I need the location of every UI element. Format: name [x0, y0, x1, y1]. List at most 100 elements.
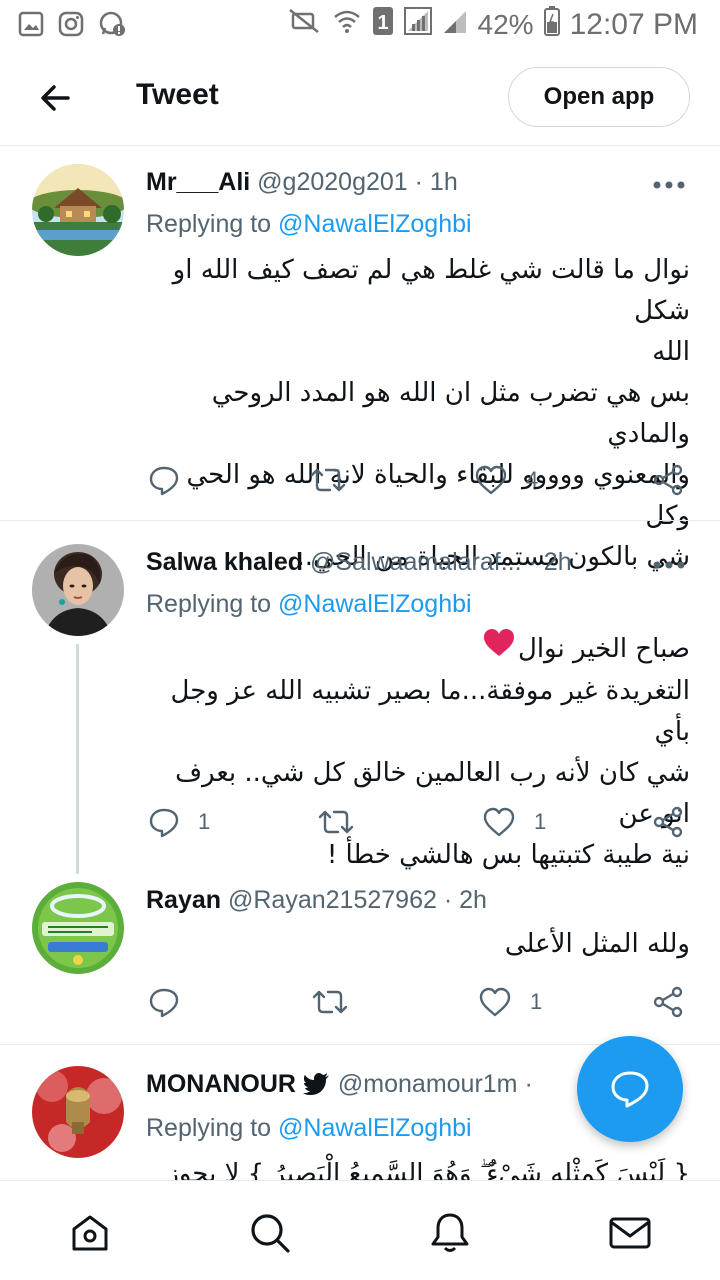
avatar[interactable]: [32, 882, 124, 974]
replying-label: Replying to: [146, 590, 279, 618]
tweet-text: ولله المثل الأعلى: [146, 924, 690, 965]
retweet-button[interactable]: [312, 982, 348, 1022]
like-button[interactable]: 1: [482, 802, 546, 842]
user-handle[interactable]: @monamour1m: [338, 1070, 518, 1098]
retweet-button[interactable]: [310, 460, 346, 500]
tweet-time: · 2h: [528, 548, 572, 576]
reply-button[interactable]: [148, 460, 198, 500]
share-icon: [653, 464, 683, 496]
share-button[interactable]: [652, 460, 684, 500]
bottom-nav: [0, 1180, 720, 1280]
like-button[interactable]: 1: [478, 982, 542, 1022]
mention-link[interactable]: @NawalElZoghbi: [278, 210, 472, 238]
text-line-with-heart: صباح الخير نوال: [146, 628, 690, 671]
tweet-meta: MONANOUR @monamour1m ·: [146, 1070, 580, 1102]
signal-2-icon: [442, 7, 468, 42]
avatar[interactable]: [32, 1066, 124, 1158]
reply-icon: [149, 988, 179, 1018]
home-icon: [72, 1215, 108, 1251]
compose-reply-button[interactable]: [577, 1036, 683, 1142]
user-name[interactable]: MONANOUR: [146, 1070, 296, 1098]
heart-icon: [475, 465, 507, 495]
retweet-button[interactable]: [318, 802, 354, 842]
open-app-button[interactable]: Open app: [508, 67, 690, 127]
tweet-actions: 4: [146, 460, 690, 500]
text-line: نوال ما قالت شي غلط هي لم تصف كيف الله ا…: [172, 255, 690, 326]
user-handle[interactable]: @Salwaamalaraf...: [310, 548, 522, 576]
red-heart-icon: [482, 628, 516, 671]
avatar[interactable]: [32, 544, 124, 636]
heart-icon: [479, 987, 511, 1017]
tweet-mr-ali[interactable]: Mr___Ali @g2020g201 · 1h Replying to @Na…: [0, 148, 720, 572]
heart-icon: [483, 807, 515, 837]
tweet-time: · 2h: [443, 886, 487, 914]
user-name[interactable]: Rayan: [146, 886, 221, 914]
reply-count: 1: [198, 809, 211, 834]
like-count: 4: [526, 467, 539, 492]
more-button[interactable]: [652, 557, 686, 569]
retweet-icon: [312, 990, 348, 1014]
tweet-time: · 1h: [414, 168, 458, 196]
nav-search[interactable]: [248, 1211, 292, 1255]
like-button[interactable]: 4: [474, 460, 538, 500]
more-button[interactable]: [652, 177, 686, 189]
mention-link[interactable]: @NawalElZoghbi: [278, 1114, 472, 1142]
sim-icon: 1: [372, 6, 394, 43]
tweet-text: { لَيْسَ كَمِثْلِهِ شَيْءٌ ۖ وَهُوَ السَ…: [146, 1154, 690, 1180]
thread-line: [76, 644, 79, 874]
text-line: صباح الخير نوال: [517, 634, 690, 664]
tweet-meta: Mr___Ali @g2020g201 · 1h: [146, 168, 690, 197]
nav-home[interactable]: [68, 1211, 112, 1255]
page-title: Tweet: [136, 78, 219, 111]
nav-messages[interactable]: [608, 1211, 652, 1255]
reply-bubble-icon: [611, 1071, 649, 1108]
share-button[interactable]: [652, 982, 684, 1022]
signal-icon: [403, 7, 432, 42]
mute-icon: [288, 8, 322, 41]
reply-icon: [149, 466, 179, 496]
tweet-actions: 1: [146, 982, 690, 1022]
tweet-salwa-khaled[interactable]: Salwa khaled @Salwaamalaraf... · 2h Repl…: [0, 528, 720, 874]
more-dots-icon: [653, 181, 685, 189]
verified-icon: [302, 1071, 331, 1102]
replying-to: Replying to @NawalElZoghbi: [146, 590, 472, 619]
replying-label: Replying to: [146, 210, 279, 238]
mention-link[interactable]: @NawalElZoghbi: [278, 590, 472, 618]
replying-to: Replying to @NawalElZoghbi: [146, 210, 472, 239]
svg-text:1: 1: [377, 12, 388, 34]
reply-icon: [149, 808, 179, 838]
battery-icon: [543, 6, 560, 43]
reply-button[interactable]: 1: [148, 802, 210, 842]
tweet-rayan[interactable]: Rayan @Rayan21527962 · 2h ولله المثل الأ…: [0, 866, 720, 1042]
tweet-time: ·: [524, 1070, 533, 1098]
share-icon: [653, 986, 683, 1018]
text-line: الله: [652, 337, 690, 367]
wifi-icon: [332, 7, 362, 42]
text-line: { لَيْسَ كَمِثْلِهِ شَيْءٌ ۖ وَهُوَ السَ…: [166, 1159, 690, 1180]
like-count: 1: [530, 989, 543, 1014]
like-count: 1: [534, 809, 547, 834]
back-button[interactable]: [36, 78, 76, 118]
tweet-meta: Salwa khaled @Salwaamalaraf... · 2h: [146, 548, 690, 577]
text-line: ولله المثل الأعلى: [504, 929, 690, 959]
user-handle[interactable]: @g2020g201: [257, 168, 408, 196]
share-button[interactable]: [652, 802, 684, 842]
mail-icon: [609, 1217, 651, 1249]
reply-button[interactable]: [148, 982, 198, 1022]
user-handle[interactable]: @Rayan21527962: [228, 886, 437, 914]
nav-notifications[interactable]: [428, 1211, 472, 1255]
share-icon: [653, 806, 683, 838]
replying-to: Replying to @NawalElZoghbi: [146, 1114, 472, 1143]
instagram-icon: [58, 11, 84, 42]
avatar[interactable]: [32, 164, 124, 256]
user-name[interactable]: Salwa khaled: [146, 548, 303, 576]
user-name[interactable]: Mr___Ali: [146, 168, 250, 196]
gallery-icon: [18, 11, 44, 42]
tweet-actions: 1 1: [146, 802, 690, 842]
retweet-icon: [310, 468, 346, 492]
back-arrow-icon: [41, 85, 70, 111]
retweet-icon: [318, 810, 354, 834]
replying-label: Replying to: [146, 1114, 279, 1142]
top-header: Tweet Open app: [0, 50, 720, 146]
search-icon: [251, 1214, 290, 1253]
